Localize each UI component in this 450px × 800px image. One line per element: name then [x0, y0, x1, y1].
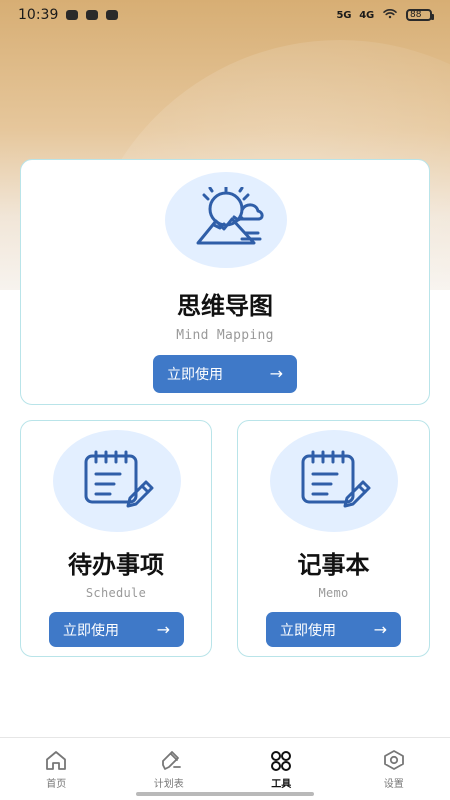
arrow-right-icon: → [156, 619, 170, 639]
nav-label-settings: 设置 [383, 778, 404, 790]
notification-icon-3 [106, 10, 119, 20]
bottom-navigation: 首页 计划表 工具 设置 [0, 737, 450, 800]
nav-label-plan: 计划表 [153, 778, 184, 790]
network-5g: 5G [336, 9, 352, 21]
arrow-right-icon: → [373, 619, 387, 639]
memo-title: 记事本 [297, 551, 370, 579]
schedule-use-button[interactable]: 立即使用 → [49, 612, 184, 647]
mind-mapping-icon-bubble [165, 172, 287, 268]
mind-mapping-use-button[interactable]: 立即使用 → [153, 355, 297, 393]
memo-use-button[interactable]: 立即使用 → [266, 612, 401, 647]
tool-card-memo[interactable]: 记事本 Memo 立即使用 → [237, 420, 430, 657]
nav-item-plan[interactable]: 计划表 [113, 749, 226, 790]
notepad-pencil-icon [295, 446, 373, 516]
mind-mapping-use-label: 立即使用 [167, 367, 223, 383]
notepad-pencil-icon [78, 446, 156, 516]
home-indicator[interactable] [136, 792, 314, 796]
notification-icon-1 [66, 10, 79, 20]
network-4g: 4G [359, 9, 374, 21]
schedule-use-label: 立即使用 [63, 622, 119, 639]
battery-level: 88 [410, 9, 422, 20]
status-right: 5G 4G 88 [336, 7, 434, 23]
nav-label-tools: 工具 [271, 778, 292, 790]
nav-item-settings[interactable]: 设置 [338, 749, 450, 790]
schedule-subtitle: Schedule [85, 586, 147, 600]
mind-mapping-title: 思维导图 [177, 292, 273, 320]
mountain-sun-icon [188, 185, 264, 253]
tools-icon [268, 749, 294, 771]
home-icon [43, 749, 69, 771]
settings-icon [381, 749, 407, 771]
mind-mapping-subtitle: Mind Mapping [176, 328, 274, 343]
status-left: 10:39 [18, 7, 119, 23]
tool-card-schedule[interactable]: 待办事项 Schedule 立即使用 → [20, 420, 212, 657]
memo-use-label: 立即使用 [280, 622, 336, 639]
nav-item-tools[interactable]: 工具 [225, 749, 338, 790]
schedule-icon-bubble [53, 430, 181, 532]
nav-item-home[interactable]: 首页 [0, 749, 113, 790]
status-bar: 10:39 5G 4G 88 [0, 0, 450, 30]
memo-subtitle: Memo [318, 586, 349, 600]
status-time: 10:39 [18, 7, 59, 23]
arrow-right-icon: → [269, 364, 283, 383]
nav-label-home: 首页 [46, 778, 67, 790]
schedule-title: 待办事项 [68, 551, 164, 579]
memo-icon-bubble [270, 430, 398, 532]
tool-card-mind-mapping[interactable]: 思维导图 Mind Mapping 立即使用 → [20, 159, 430, 405]
battery-icon: 88 [406, 9, 434, 21]
edit-icon [156, 749, 182, 771]
notification-icon-2 [86, 10, 99, 20]
wifi-icon [382, 7, 398, 23]
